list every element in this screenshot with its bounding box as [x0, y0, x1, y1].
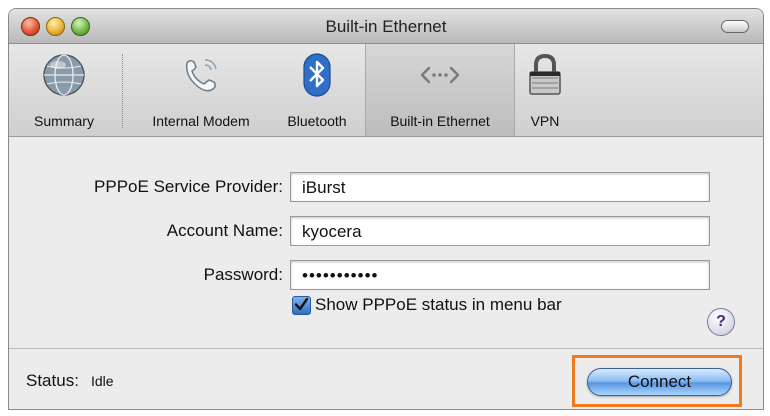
tab-vpn-label: VPN	[530, 113, 560, 129]
tab-internal-modem[interactable]: Internal Modem	[129, 44, 273, 136]
pppoe-provider-label: PPPoE Service Provider:	[94, 177, 283, 196]
tab-built-in-ethernet-label: Built-in Ethernet	[390, 113, 490, 129]
status-label: Status:	[26, 371, 79, 390]
ethernet-icon	[420, 66, 460, 84]
ethernet-pane: PPPoE Service Provider: iBurst Account N…	[9, 137, 763, 409]
title-bar[interactable]: Built-in Ethernet	[9, 9, 763, 44]
footer-divider	[9, 348, 763, 349]
toolbar-toggle-button[interactable]	[721, 20, 749, 33]
lock-icon	[529, 53, 561, 95]
bluetooth-icon	[303, 53, 331, 97]
tab-summary[interactable]: Summary	[9, 44, 119, 136]
pppoe-provider-input[interactable]: iBurst	[290, 172, 710, 202]
tab-bluetooth-label: Bluetooth	[287, 113, 347, 129]
toolbar-separator	[122, 54, 123, 128]
password-input[interactable]: •••••••••••	[290, 260, 710, 290]
tab-bluetooth[interactable]: Bluetooth	[273, 44, 361, 136]
show-pppoe-status-checkbox[interactable]	[292, 296, 311, 315]
account-name-label: Account Name:	[166, 221, 283, 240]
tab-vpn[interactable]: VPN	[515, 44, 575, 136]
show-pppoe-status-label[interactable]: Show PPPoE status in menu bar	[315, 295, 562, 315]
password-label: Password:	[203, 265, 283, 284]
globe-icon	[43, 54, 85, 96]
account-name-input[interactable]: kyocera	[290, 216, 710, 246]
status-value: Idle	[91, 373, 114, 389]
network-window: Built-in Ethernet Summary Internal Modem	[8, 8, 764, 410]
tab-built-in-ethernet[interactable]: Built-in Ethernet	[365, 44, 515, 136]
tab-internal-modem-label: Internal Modem	[152, 113, 250, 129]
connect-highlight: Connect	[572, 355, 742, 407]
window-title: Built-in Ethernet	[325, 17, 447, 36]
phone-icon	[185, 59, 217, 92]
connect-button[interactable]: Connect	[587, 368, 732, 396]
tab-summary-label: Summary	[34, 113, 94, 129]
toolbar: Summary Internal Modem Bluetooth Built-i…	[9, 44, 763, 137]
help-button[interactable]: ?	[707, 308, 735, 336]
checkmark-icon	[294, 297, 309, 311]
